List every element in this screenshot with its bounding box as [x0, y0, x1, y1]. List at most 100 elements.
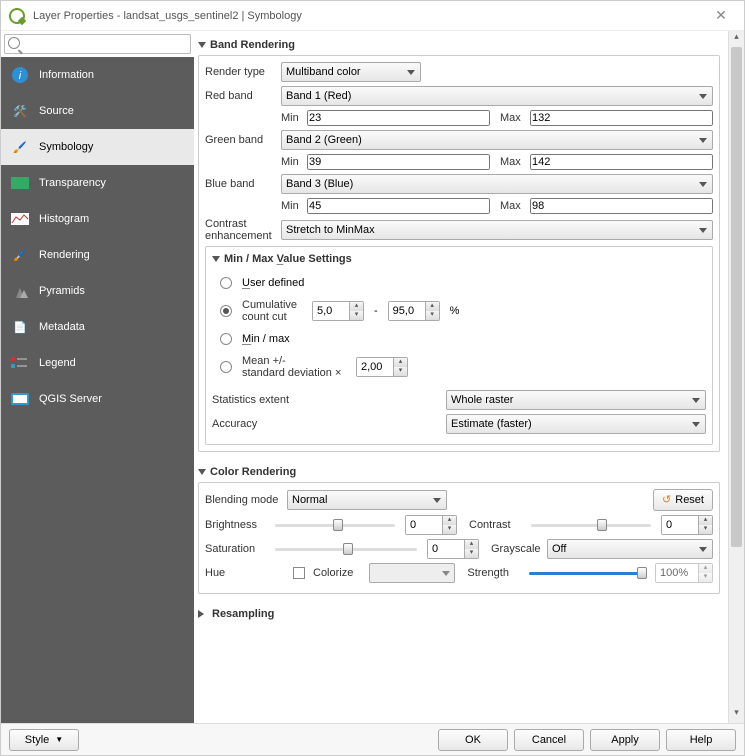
radio-minmax[interactable]	[220, 333, 232, 345]
band-rendering-header[interactable]: Band Rendering	[198, 35, 720, 55]
resampling-header[interactable]: Resampling	[198, 604, 720, 624]
cum-low-spin[interactable]: ▴▾	[312, 301, 364, 321]
saturation-slider[interactable]	[275, 541, 417, 557]
sidebar-item-label: Histogram	[39, 213, 89, 225]
sidebar-item-metadata[interactable]: 📄 Metadata	[1, 309, 194, 345]
spin-up-icon[interactable]: ▴	[698, 516, 712, 525]
chevron-down-icon	[407, 70, 415, 75]
red-min-input[interactable]	[307, 110, 490, 126]
brightness-label: Brightness	[205, 519, 265, 531]
scrollbar-thumb[interactable]	[731, 47, 742, 547]
spin-up-icon[interactable]: ▴	[698, 564, 712, 573]
brush-icon: 🖌️	[11, 138, 29, 156]
spin-down-icon[interactable]: ▾	[425, 311, 439, 320]
blue-band-select[interactable]: Band 3 (Blue)	[281, 174, 713, 194]
spin-up-icon[interactable]: ▴	[393, 358, 407, 367]
spin-down-icon[interactable]: ▾	[698, 525, 712, 534]
contrast-slider[interactable]	[531, 517, 651, 533]
scroll-up-icon[interactable]: ▴	[729, 31, 744, 47]
sidebar-item-label: Symbology	[39, 141, 93, 153]
chevron-down-icon: ▼	[55, 735, 63, 744]
close-icon[interactable]: ✕	[706, 7, 736, 24]
mean-spin[interactable]: ▴▾	[356, 357, 408, 377]
sidebar-item-source[interactable]: 🛠️Source	[1, 93, 194, 129]
sidebar-item-qgis-server[interactable]: QGIS Server	[1, 381, 194, 417]
green-min-input[interactable]	[307, 154, 490, 170]
cumulative-label: Cumulative count cut	[242, 299, 308, 323]
sidebar-item-symbology[interactable]: 🖌️ Symbology	[1, 129, 194, 165]
sidebar-item-information[interactable]: iInformation	[1, 57, 194, 93]
collapse-icon	[198, 469, 206, 475]
blending-mode-select[interactable]: Normal	[287, 490, 447, 510]
colorize-checkbox[interactable]	[293, 567, 305, 579]
sidebar-item-histogram[interactable]: Histogram	[1, 201, 194, 237]
color-rendering-header[interactable]: Color Rendering	[198, 462, 720, 482]
vertical-scrollbar[interactable]: ▴ ▾	[728, 31, 744, 723]
sidebar-item-legend[interactable]: Legend	[1, 345, 194, 381]
radio-cumulative[interactable]	[220, 305, 232, 317]
red-max-input[interactable]	[530, 110, 713, 126]
strength-slider[interactable]	[529, 565, 645, 581]
sidebar-item-pyramids[interactable]: Pyramids	[1, 273, 194, 309]
colorize-color-swatch[interactable]	[369, 563, 455, 583]
cancel-button[interactable]: Cancel	[514, 729, 584, 751]
transparency-icon	[11, 174, 29, 192]
saturation-spin[interactable]: ▴▾	[427, 539, 479, 559]
brightness-slider[interactable]	[275, 517, 395, 533]
contrast-select[interactable]: Stretch to MinMax	[281, 220, 713, 240]
help-button[interactable]: Help	[666, 729, 736, 751]
green-band-label: Green band	[205, 134, 277, 146]
max-label: Max	[500, 200, 526, 212]
search-icon	[8, 37, 20, 49]
ok-button[interactable]: OK	[438, 729, 508, 751]
green-max-input[interactable]	[530, 154, 713, 170]
band-rendering-panel: Render type Multiband color Red band Ban…	[198, 55, 720, 452]
radio-mean[interactable]	[220, 361, 232, 373]
spin-down-icon[interactable]: ▾	[442, 525, 456, 534]
min-label: Min	[281, 200, 303, 212]
spin-down-icon[interactable]: ▾	[464, 549, 478, 558]
sidebar-item-label: Metadata	[39, 321, 85, 333]
stats-extent-select[interactable]: Whole raster	[446, 390, 706, 410]
chevron-down-icon	[442, 571, 450, 576]
metadata-icon: 📄	[11, 318, 29, 336]
spin-down-icon[interactable]: ▾	[393, 367, 407, 376]
chevron-down-icon	[699, 94, 707, 99]
reset-button[interactable]: ↺Reset	[653, 489, 713, 511]
minmax-header[interactable]: Min / Max Value Settings	[212, 253, 706, 269]
spin-up-icon[interactable]: ▴	[349, 302, 363, 311]
colorize-label: Colorize	[313, 567, 353, 579]
blending-mode-label: Blending mode	[205, 494, 283, 506]
radio-user-defined[interactable]	[220, 277, 232, 289]
style-button[interactable]: Style▼	[9, 729, 79, 751]
body: iInformation 🛠️Source 🖌️ Symbology Transp…	[1, 31, 744, 723]
spin-up-icon[interactable]: ▴	[425, 302, 439, 311]
green-band-select[interactable]: Band 2 (Green)	[281, 130, 713, 150]
strength-spin[interactable]: ▴▾	[655, 563, 713, 583]
percent-label: %	[450, 305, 460, 317]
blue-band-label: Blue band	[205, 178, 277, 190]
chevron-down-icon	[699, 182, 707, 187]
blue-min-input[interactable]	[307, 198, 490, 214]
spin-down-icon[interactable]: ▾	[349, 311, 363, 320]
collapse-icon	[212, 256, 220, 262]
search-input[interactable]	[4, 34, 191, 54]
dash: -	[374, 305, 378, 317]
spin-up-icon[interactable]: ▴	[442, 516, 456, 525]
spin-up-icon[interactable]: ▴	[464, 540, 478, 549]
sidebar-item-transparency[interactable]: Transparency	[1, 165, 194, 201]
scroll-down-icon[interactable]: ▾	[729, 707, 744, 723]
section-title: Resampling	[212, 608, 274, 620]
render-type-select[interactable]: Multiband color	[281, 62, 421, 82]
red-band-select[interactable]: Band 1 (Red)	[281, 86, 713, 106]
grayscale-select[interactable]: Off	[547, 539, 713, 559]
cum-high-spin[interactable]: ▴▾	[388, 301, 440, 321]
spin-down-icon[interactable]: ▾	[698, 573, 712, 582]
sidebar-item-rendering[interactable]: 🖌️Rendering	[1, 237, 194, 273]
brightness-spin[interactable]: ▴▾	[405, 515, 457, 535]
blue-max-input[interactable]	[530, 198, 713, 214]
accuracy-select[interactable]: Estimate (faster)	[446, 414, 706, 434]
apply-button[interactable]: Apply	[590, 729, 660, 751]
contrast-spin[interactable]: ▴▾	[661, 515, 713, 535]
titlebar: Layer Properties - landsat_usgs_sentinel…	[1, 1, 744, 31]
